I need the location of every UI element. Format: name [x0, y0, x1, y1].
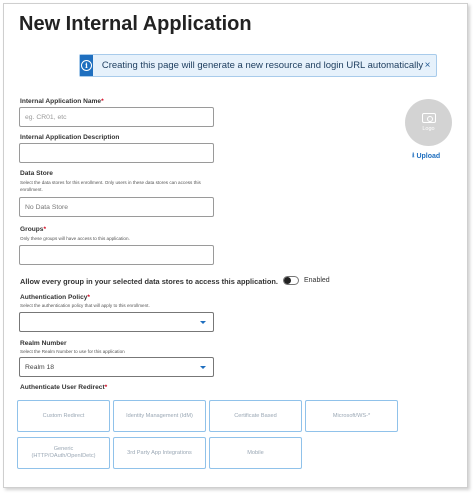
- data-store-label: Data Store: [20, 170, 53, 177]
- allow-groups-label: Allow every group in your selected data …: [20, 277, 278, 286]
- realm-label: Realm Number: [20, 340, 67, 347]
- redirect-option-idm[interactable]: Identity Management (IdM): [113, 400, 206, 432]
- description-label: Internal Application Description: [20, 134, 120, 141]
- app-name-input[interactable]: eg. CR01, etc: [19, 107, 214, 127]
- redirect-option-custom[interactable]: Custom Redirect: [17, 400, 110, 432]
- info-banner: i Creating this page will generate a new…: [79, 54, 437, 77]
- redirect-option-third-party[interactable]: 3rd Party App Integrations: [113, 437, 206, 469]
- option-label: Mobile: [247, 449, 264, 456]
- description-input[interactable]: [19, 143, 214, 163]
- toggle-knob: [284, 277, 291, 284]
- option-label: Microsoft/WS-*: [332, 412, 371, 419]
- application-window: New Internal Application i Creating this…: [3, 3, 468, 488]
- app-name-placeholder: eg. CR01, etc: [25, 113, 67, 121]
- groups-input[interactable]: [19, 245, 214, 265]
- option-label: Custom Redirect: [42, 412, 85, 419]
- allow-groups-toggle[interactable]: [283, 276, 299, 285]
- chevron-down-icon: [200, 321, 206, 324]
- chevron-down-icon: [200, 366, 206, 369]
- app-name-label: Internal Application Name*: [20, 98, 104, 105]
- page-title: New Internal Application: [19, 13, 252, 35]
- realm-help: Select the Realm Number to use for this …: [20, 349, 125, 354]
- info-icon-box: i: [80, 55, 93, 76]
- option-label: 3rd Party App Integrations: [127, 449, 192, 456]
- logo-label: Logo: [422, 126, 435, 132]
- option-label: Identity Management (IdM): [126, 412, 193, 419]
- realm-select[interactable]: Realm 18: [19, 357, 214, 377]
- auth-policy-help: Select the authentication policy that wi…: [20, 303, 150, 308]
- data-store-help: Select the data stores for this enrollme…: [20, 180, 201, 192]
- close-icon[interactable]: ×: [423, 60, 432, 71]
- realm-value: Realm 18: [25, 363, 55, 371]
- redirect-option-mobile[interactable]: Mobile: [209, 437, 302, 469]
- download-arrow-icon: ⭳: [412, 152, 415, 159]
- toggle-status-label: Enabled: [304, 277, 330, 284]
- upload-label: Upload: [416, 153, 441, 160]
- option-label: Generic (HTTP/OAuth/OpenIDetc): [31, 446, 96, 459]
- data-store-input[interactable]: No Data Store: [19, 197, 214, 217]
- redirect-option-certificate[interactable]: Certificate Based: [209, 400, 302, 432]
- option-label: Certificate Based: [234, 412, 277, 419]
- image-icon: [421, 113, 436, 123]
- info-icon: i: [80, 60, 92, 71]
- data-store-value: No Data Store: [25, 203, 69, 211]
- redirect-option-generic[interactable]: Generic (HTTP/OAuth/OpenIDetc): [17, 437, 110, 469]
- banner-message: Creating this page will generate a new r…: [101, 60, 424, 71]
- auth-policy-label: Authentication Policy*: [20, 294, 90, 301]
- groups-label: Groups*: [20, 226, 47, 233]
- groups-help: Only these groups will have access to th…: [20, 236, 130, 241]
- auth-policy-select[interactable]: [19, 312, 214, 332]
- logo-placeholder: Logo: [405, 99, 452, 146]
- redirect-option-microsoft[interactable]: Microsoft/WS-*: [305, 400, 398, 432]
- upload-button[interactable]: ⭳ Upload: [412, 151, 440, 162]
- redirect-label: Authenticate User Redirect*: [20, 384, 108, 391]
